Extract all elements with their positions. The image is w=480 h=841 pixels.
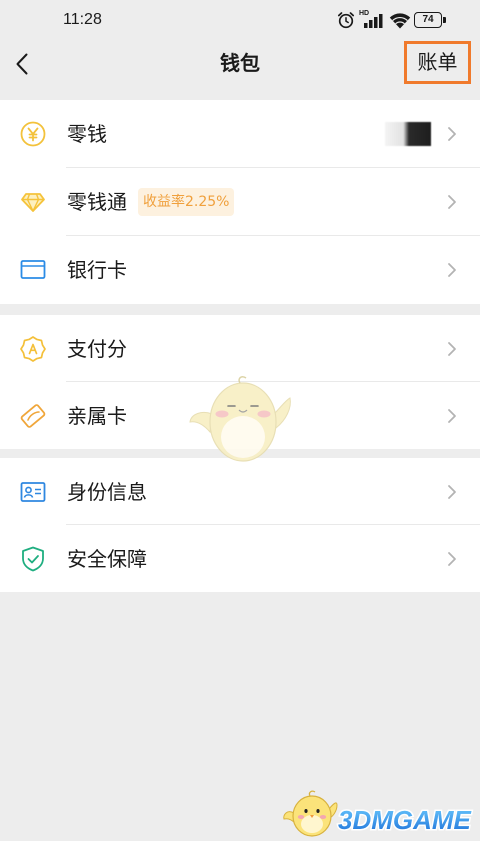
menu-item-security[interactable]: 安全保障 (0, 525, 480, 592)
chick-logo-icon (283, 790, 338, 837)
chevron-right-icon (447, 262, 457, 278)
chevron-right-icon (447, 484, 457, 500)
battery-nub (443, 17, 446, 23)
yuan-coin-icon (20, 121, 46, 147)
family-card-icon (20, 403, 46, 429)
battery-level: 74 (422, 14, 434, 25)
chevron-right-icon (447, 551, 457, 567)
wallet-group-funds: 零钱 零钱通 收益率2.25% 银行卡 (0, 100, 480, 304)
chevron-right-icon (447, 126, 457, 142)
bank-card-icon (20, 257, 46, 283)
status-time: 11:28 (63, 11, 102, 28)
status-bar: 11:28 HD 74 (0, 0, 480, 40)
chick-mascot-icon (189, 376, 291, 462)
brand-watermark-text: 3DMGAME (338, 805, 472, 835)
battery-icon: 74 (414, 12, 442, 28)
menu-item-label: 支付分 (67, 336, 127, 361)
chevron-right-icon (447, 341, 457, 357)
menu-item-identity-info[interactable]: 身份信息 (0, 458, 480, 525)
menu-item-change[interactable]: 零钱 (0, 100, 480, 168)
wifi-icon (389, 13, 411, 29)
menu-item-pay-score[interactable]: 支付分 (0, 315, 480, 382)
menu-item-label: 零钱 (67, 122, 107, 146)
menu-item-label: 银行卡 (67, 258, 127, 282)
yield-rate-badge: 收益率2.25% (138, 188, 235, 216)
menu-item-label: 安全保障 (67, 546, 147, 571)
bill-button-label: 账单 (417, 50, 458, 74)
nav-header: 钱包 账单 (0, 40, 480, 100)
menu-item-label: 零钱通 (67, 190, 127, 214)
signal-icon (364, 14, 383, 28)
menu-item-change-fund[interactable]: 零钱通 收益率2.25% (0, 168, 480, 236)
menu-item-bank-card[interactable]: 银行卡 (0, 236, 480, 304)
credit-score-badge-icon (20, 335, 46, 362)
shield-check-icon (20, 546, 46, 572)
id-card-icon (20, 479, 46, 505)
menu-item-label: 身份信息 (67, 479, 147, 504)
masked-balance (385, 122, 431, 146)
brand-watermark: 3DMGAME (337, 804, 474, 837)
wallet-group-security: 身份信息 安全保障 (0, 458, 480, 592)
wallet-screen: 11:28 HD 74 钱包 账单 零钱 零钱通 收益率2.25% 银行卡 支付… (0, 0, 480, 841)
chevron-right-icon (447, 194, 457, 210)
diamond-icon (20, 189, 46, 215)
menu-item-label: 亲属卡 (67, 403, 127, 428)
alarm-clock-icon (337, 12, 355, 29)
bill-button[interactable]: 账单 (404, 41, 471, 84)
chevron-right-icon (447, 408, 457, 424)
